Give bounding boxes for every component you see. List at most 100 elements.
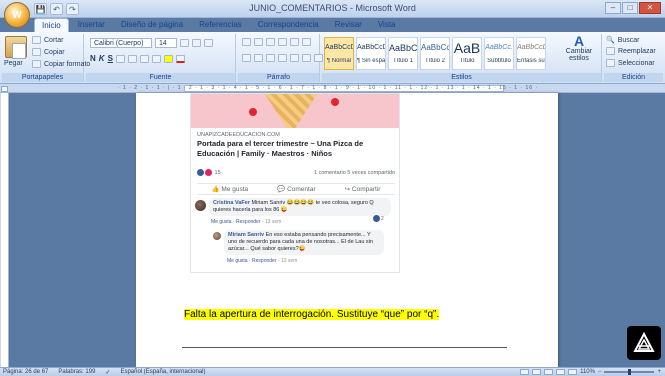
style-normal[interactable]: AaBbCcDc ¶ Normal: [324, 37, 354, 70]
draft-view-icon[interactable]: [568, 369, 578, 375]
word-count[interactable]: Palabras: 199: [58, 369, 95, 376]
style-subtitulo[interactable]: AaBbCc. Subtítulo: [484, 37, 514, 70]
bullets-icon[interactable]: [242, 38, 251, 46]
increase-indent-icon[interactable]: [290, 38, 299, 46]
replace-button[interactable]: Reemplazar: [606, 47, 656, 55]
bold-button[interactable]: N: [90, 54, 96, 63]
find-label: Buscar: [617, 36, 640, 44]
zoom-out-icon[interactable]: −: [598, 369, 602, 375]
align-right-icon[interactable]: [266, 54, 275, 62]
tab-insertar[interactable]: Insertar: [71, 18, 112, 32]
office-logo-icon: W: [12, 9, 22, 21]
select-button[interactable]: Seleccionar: [606, 59, 655, 67]
scissors-icon: [32, 36, 41, 44]
subscript-icon[interactable]: [127, 54, 137, 63]
editing-group-label: Edición: [604, 73, 663, 82]
comment-like: Me gusta: [211, 219, 232, 225]
watermark-logo-icon: [627, 326, 661, 360]
clear-format-icon[interactable]: [204, 39, 213, 47]
share-label: Compartir: [351, 186, 381, 193]
style-titulo[interactable]: AaB Título: [452, 37, 482, 70]
close-button[interactable]: ✕: [639, 2, 661, 14]
grow-font-icon[interactable]: [180, 39, 189, 47]
underline-button[interactable]: S: [108, 54, 113, 63]
zoom-level[interactable]: 110%: [580, 369, 595, 375]
window-controls: – □ ✕: [605, 2, 661, 14]
highlighted-comment-text[interactable]: Falta la apertura de interrogación. Sust…: [184, 309, 440, 320]
shading-icon[interactable]: [302, 54, 311, 62]
tab-revisar[interactable]: Revisar: [328, 18, 369, 32]
line-spacing-icon[interactable]: [290, 54, 299, 62]
style-titulo-2[interactable]: AaBbCc Título 2: [420, 37, 450, 70]
font-name-select[interactable]: Calibri (Cuerpo): [90, 38, 152, 48]
style-sin-espaciado[interactable]: AaBbCcDc ¶ Sin espa...: [356, 37, 386, 70]
style-name: ¶ Normal: [326, 58, 352, 64]
tab-diseno-pagina[interactable]: Diseño de página: [114, 18, 190, 32]
ice-cream-cone: [261, 94, 321, 128]
copy-button[interactable]: Copiar: [32, 48, 65, 56]
tab-inicio[interactable]: Inicio: [34, 18, 69, 32]
horizontal-ruler[interactable]: · 1 · 2 · 1 · 1 · | · 1 · 2 · 1 · 3 · 1 …: [0, 84, 665, 93]
link-domain: UNAPIZCADEEDUCACION.COM: [197, 132, 280, 138]
binoculars-icon: 🔍: [606, 37, 615, 44]
spelling-icon[interactable]: ✓: [105, 369, 110, 376]
change-case-icon[interactable]: [151, 54, 161, 63]
zoom-slider[interactable]: [604, 369, 655, 375]
document-page[interactable]: UNAPIZCADEEDUCACION.COM Portada para el …: [136, 93, 558, 367]
reaction-count: 15: [214, 169, 221, 176]
style-enfasis-sutil[interactable]: AaBbCcDi Énfasis sutil: [516, 37, 546, 70]
like-label: Me gusta: [221, 186, 249, 193]
status-bar: Página: 26 de 67 Palabras: 199 ✓ Español…: [0, 367, 665, 376]
reaction-summary: 15: [197, 169, 221, 176]
decrease-indent-icon[interactable]: [278, 38, 287, 46]
tab-vista[interactable]: Vista: [371, 18, 403, 32]
full-screen-view-icon[interactable]: [532, 369, 542, 375]
style-name: Título 2: [424, 58, 445, 64]
outline-view-icon[interactable]: [556, 369, 566, 375]
clipboard-group: Pegar Cortar Copiar Copiar formato Porta…: [2, 34, 90, 82]
style-titulo-1[interactable]: AaBbC Título 1: [388, 37, 418, 70]
maximize-button[interactable]: □: [622, 2, 638, 14]
format-painter-button[interactable]: Copiar formato: [32, 60, 90, 68]
numbering-icon[interactable]: [254, 38, 263, 46]
office-button[interactable]: W: [4, 2, 30, 28]
cut-button[interactable]: Cortar: [32, 36, 63, 44]
select-label: Seleccionar: [618, 59, 655, 67]
language-indicator[interactable]: Español (España, internacional): [120, 369, 205, 376]
font-color-icon[interactable]: [175, 54, 185, 63]
paragraph-row-1: [242, 38, 311, 46]
ruler-toggle-button[interactable]: [1, 86, 8, 92]
superscript-icon[interactable]: [139, 54, 149, 63]
vertical-ruler-page: [1, 93, 8, 367]
italic-button[interactable]: K: [99, 54, 105, 63]
zoom-in-icon[interactable]: +: [657, 369, 661, 375]
page-count[interactable]: Página: 26 de 67: [3, 369, 48, 376]
style-name: Título 1: [392, 58, 413, 64]
web-layout-view-icon[interactable]: [544, 369, 554, 375]
font-format-row: N K S: [90, 54, 185, 63]
vertical-ruler[interactable]: [0, 93, 9, 367]
tab-referencias[interactable]: Referencias: [192, 18, 249, 32]
copy-label: Copiar: [44, 48, 65, 56]
pilcrow-icon[interactable]: [302, 38, 311, 46]
comment-2-meta: Me gusta · Responder · 13 sem: [227, 258, 298, 264]
styles-group: AaBbCcDc ¶ Normal AaBbCcDc ¶ Sin espa... A…: [322, 34, 602, 82]
paste-icon[interactable]: [5, 36, 27, 59]
comment-1-reacts: 2: [373, 215, 384, 222]
print-layout-view-icon[interactable]: [520, 369, 530, 375]
justify-icon[interactable]: [278, 54, 287, 62]
shrink-font-icon[interactable]: [192, 39, 201, 47]
highlight-color-icon[interactable]: [163, 54, 173, 63]
strikethrough-icon[interactable]: [115, 54, 125, 63]
minimize-button[interactable]: –: [605, 2, 621, 14]
align-center-icon[interactable]: [254, 54, 263, 62]
tab-correspondencia[interactable]: Correspondencia: [251, 18, 326, 32]
multilevel-list-icon[interactable]: [266, 38, 275, 46]
align-left-icon[interactable]: [242, 54, 251, 62]
find-button[interactable]: 🔍 Buscar: [606, 36, 640, 45]
change-styles-button[interactable]: A Cambiar estilos: [560, 34, 598, 62]
ruler-ticks: · 1 · 2 · 1 · 1 · | · 1 · 2 · 1 · 3 · 1 …: [118, 85, 538, 91]
font-size-select[interactable]: 14: [155, 38, 177, 48]
paste-button[interactable]: Pegar: [4, 60, 23, 67]
comment-1-meta: Me gusta · Responder · 13 sem: [211, 219, 282, 225]
